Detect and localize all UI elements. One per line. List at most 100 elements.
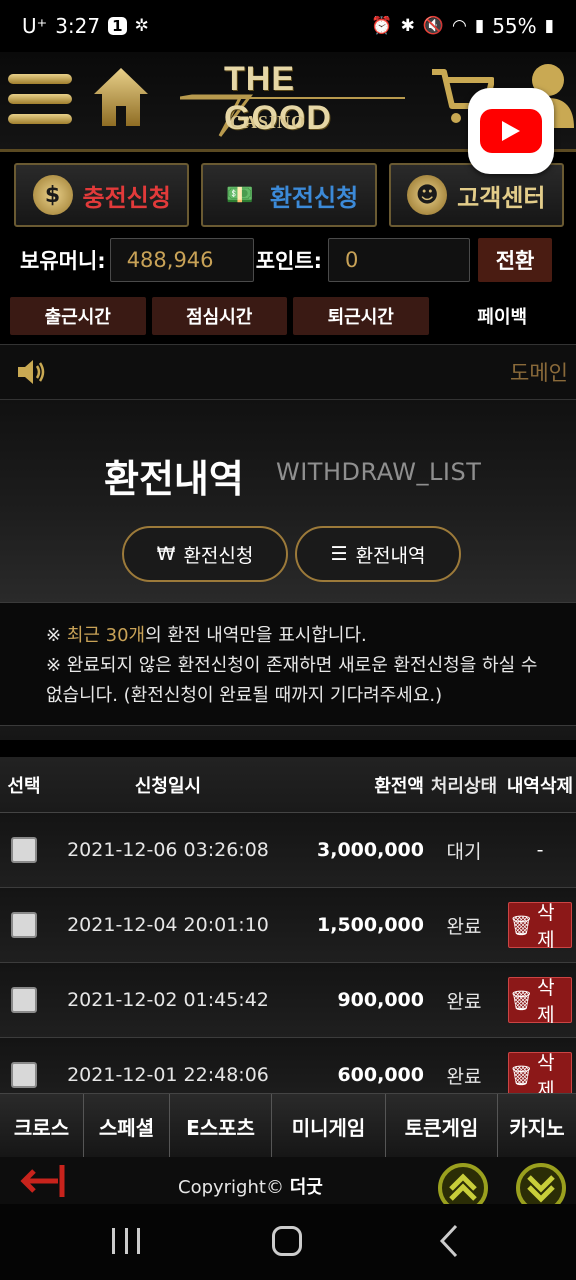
- balance-row: 보유머니: 488,946 포인트: 0 전환: [0, 238, 576, 282]
- nav-tokengame[interactable]: 토큰게임: [386, 1094, 498, 1158]
- fan-icon: ✲: [134, 16, 149, 36]
- back-icon[interactable]: [438, 1224, 460, 1258]
- notification-count-badge: 1: [108, 17, 127, 35]
- status-bar: U⁺ 3:27 1 ✲ ⏰ ✱ 🔇 ◠ ▮ 55% ▮: [0, 0, 576, 52]
- deposit-label: 충전신청: [82, 183, 171, 212]
- col-date: 신청일시: [134, 775, 202, 797]
- tab-lunch-time[interactable]: 점심시간: [151, 297, 287, 335]
- speaker-icon: [18, 360, 45, 384]
- row-amount: 3,000,000: [317, 839, 424, 861]
- notice-box: ※ 최근 30개의 환전 내역만을 표시합니다. ※ 완료되지 않은 환전신청이…: [0, 602, 576, 726]
- row-status: 완료: [446, 915, 482, 938]
- notice-line-1: ※ 최근 30개의 환전 내역만을 표시합니다.: [46, 625, 367, 646]
- row-date: 2021-12-04 20:01:10: [67, 914, 269, 936]
- support-label: 고객센터: [457, 183, 546, 212]
- delete-label: 삭제: [537, 902, 555, 951]
- col-delete: 내역삭제: [506, 775, 574, 797]
- row-amount: 1,500,000: [317, 914, 424, 936]
- page-subtitle: WITHDRAW_LIST: [276, 458, 482, 486]
- row-amount: 600,000: [337, 1064, 424, 1086]
- home-button-icon[interactable]: [272, 1226, 302, 1256]
- withdraw-label: 환전신청: [269, 183, 359, 212]
- trash-icon: 🗑: [509, 914, 534, 937]
- tab-payback[interactable]: 페이백: [434, 297, 570, 335]
- copyright-text: Copyright© 더굿: [178, 1177, 323, 1198]
- withdraw-list-label: 환전내역: [355, 544, 426, 567]
- alarm-icon: ⏰: [371, 16, 393, 36]
- withdraw-list-section: 환전내역 WITHDRAW_LIST ₩ 환전신청 ☰ 환전내역 ※ 최근 30…: [0, 400, 576, 740]
- system-nav-bar: [0, 1204, 576, 1280]
- withdraw-button[interactable]: 💵 환전신청: [201, 163, 377, 227]
- notice-marquee: 도메인: [0, 344, 576, 400]
- delete-button[interactable]: 🗑 삭제: [508, 902, 572, 951]
- trash-icon: 🗑: [509, 1064, 534, 1087]
- footer: Copyright© 더굿: [0, 1157, 576, 1213]
- row-date: 2021-12-06 03:26:08: [67, 839, 269, 861]
- point-label: 포인트:: [255, 249, 323, 273]
- site-logo[interactable]: THE GOOD CASINO: [180, 58, 410, 138]
- battery-icon: ▮: [544, 16, 554, 36]
- nav-cross[interactable]: 크로스: [0, 1094, 84, 1158]
- notice-line-2: ※ 완료되지 않은 환전신청이 존재하면 새로운 환전신청을 하실 수 없습니다…: [46, 655, 538, 706]
- withdraw-apply-button[interactable]: ₩ 환전신청: [122, 526, 288, 582]
- delete-label: 삭제: [537, 977, 555, 1026]
- delete-button[interactable]: 🗑 삭제: [508, 1052, 572, 1101]
- convert-button[interactable]: 전환: [478, 238, 553, 282]
- balance-value: 488,946: [109, 238, 254, 282]
- wifi-icon: ◠: [451, 16, 467, 36]
- row-delete-none: -: [536, 839, 544, 861]
- col-status: 처리상태: [430, 775, 498, 797]
- row-status: 완료: [446, 1065, 482, 1088]
- dollar-coin-icon: $: [32, 175, 73, 215]
- table-header: 선택 신청일시 환전액 처리상태 내역삭제: [0, 757, 576, 813]
- row-checkbox[interactable]: [11, 1062, 37, 1088]
- row-status: 대기: [446, 840, 482, 863]
- won-icon: ₩: [156, 543, 176, 565]
- home-icon[interactable]: [92, 66, 150, 128]
- trash-icon: 🗑: [509, 989, 534, 1012]
- row-checkbox[interactable]: [11, 987, 37, 1013]
- logo-sub-text: CASINO: [230, 112, 307, 132]
- game-nav: 크로스 스페셜 E스포츠 미니게임 토큰게임 카지노: [0, 1093, 576, 1158]
- balance-label: 보유머니:: [20, 249, 106, 273]
- logout-arrow-icon[interactable]: [18, 1163, 66, 1199]
- marquee-text: 도메인: [510, 361, 568, 385]
- bluetooth-icon: ✱: [400, 16, 415, 36]
- table-row: 2021-12-06 03:26:08 3,000,000 대기 -: [0, 813, 576, 888]
- nav-esports[interactable]: E스포츠: [170, 1094, 272, 1158]
- nav-minigame[interactable]: 미니게임: [272, 1094, 386, 1158]
- col-amount: 환전액: [374, 775, 424, 797]
- row-checkbox[interactable]: [11, 837, 37, 863]
- brand-name: 더굿: [289, 1177, 323, 1198]
- row-date: 2021-12-01 22:48:06: [67, 1064, 269, 1086]
- headset-icon: ☻: [407, 175, 448, 215]
- row-checkbox[interactable]: [11, 912, 37, 938]
- money-icon: 💵: [226, 182, 254, 208]
- nav-casino[interactable]: 카지노: [498, 1094, 576, 1158]
- withdraw-apply-label: 환전신청: [183, 544, 254, 567]
- carrier-label: U⁺: [22, 14, 48, 38]
- withdraw-list-button[interactable]: ☰ 환전내역: [295, 526, 461, 582]
- table-row: 2021-12-02 01:45:42 900,000 완료 🗑 삭제: [0, 963, 576, 1038]
- col-select: 선택: [7, 775, 41, 797]
- tab-checkout-time[interactable]: 퇴근시간: [293, 297, 429, 335]
- deposit-button[interactable]: $ 충전신청: [14, 163, 190, 227]
- list-icon: ☰: [330, 543, 348, 565]
- mute-icon: 🔇: [422, 16, 444, 36]
- action-buttons: $ 충전신청 💵 환전신청 ☻ 고객센터: [14, 163, 564, 229]
- row-date: 2021-12-02 01:45:42: [67, 989, 269, 1011]
- row-status: 완료: [446, 990, 482, 1013]
- youtube-button[interactable]: [468, 88, 554, 174]
- table-row: 2021-12-04 20:01:10 1,500,000 완료 🗑 삭제: [0, 888, 576, 963]
- time-tabs: 출근시간 점심시간 퇴근시간 페이백: [10, 297, 570, 335]
- clock: 3:27: [55, 14, 101, 38]
- point-value: 0: [328, 238, 471, 282]
- recent-apps-icon[interactable]: [112, 1228, 140, 1254]
- signal-icon: ▮: [474, 16, 485, 36]
- hamburger-menu-icon[interactable]: [8, 74, 72, 124]
- page-title: 환전내역: [104, 457, 244, 501]
- tab-checkin-time[interactable]: 출근시간: [10, 297, 146, 335]
- delete-button[interactable]: 🗑 삭제: [508, 977, 572, 1026]
- nav-special[interactable]: 스페셜: [84, 1094, 170, 1158]
- row-amount: 900,000: [337, 989, 424, 1011]
